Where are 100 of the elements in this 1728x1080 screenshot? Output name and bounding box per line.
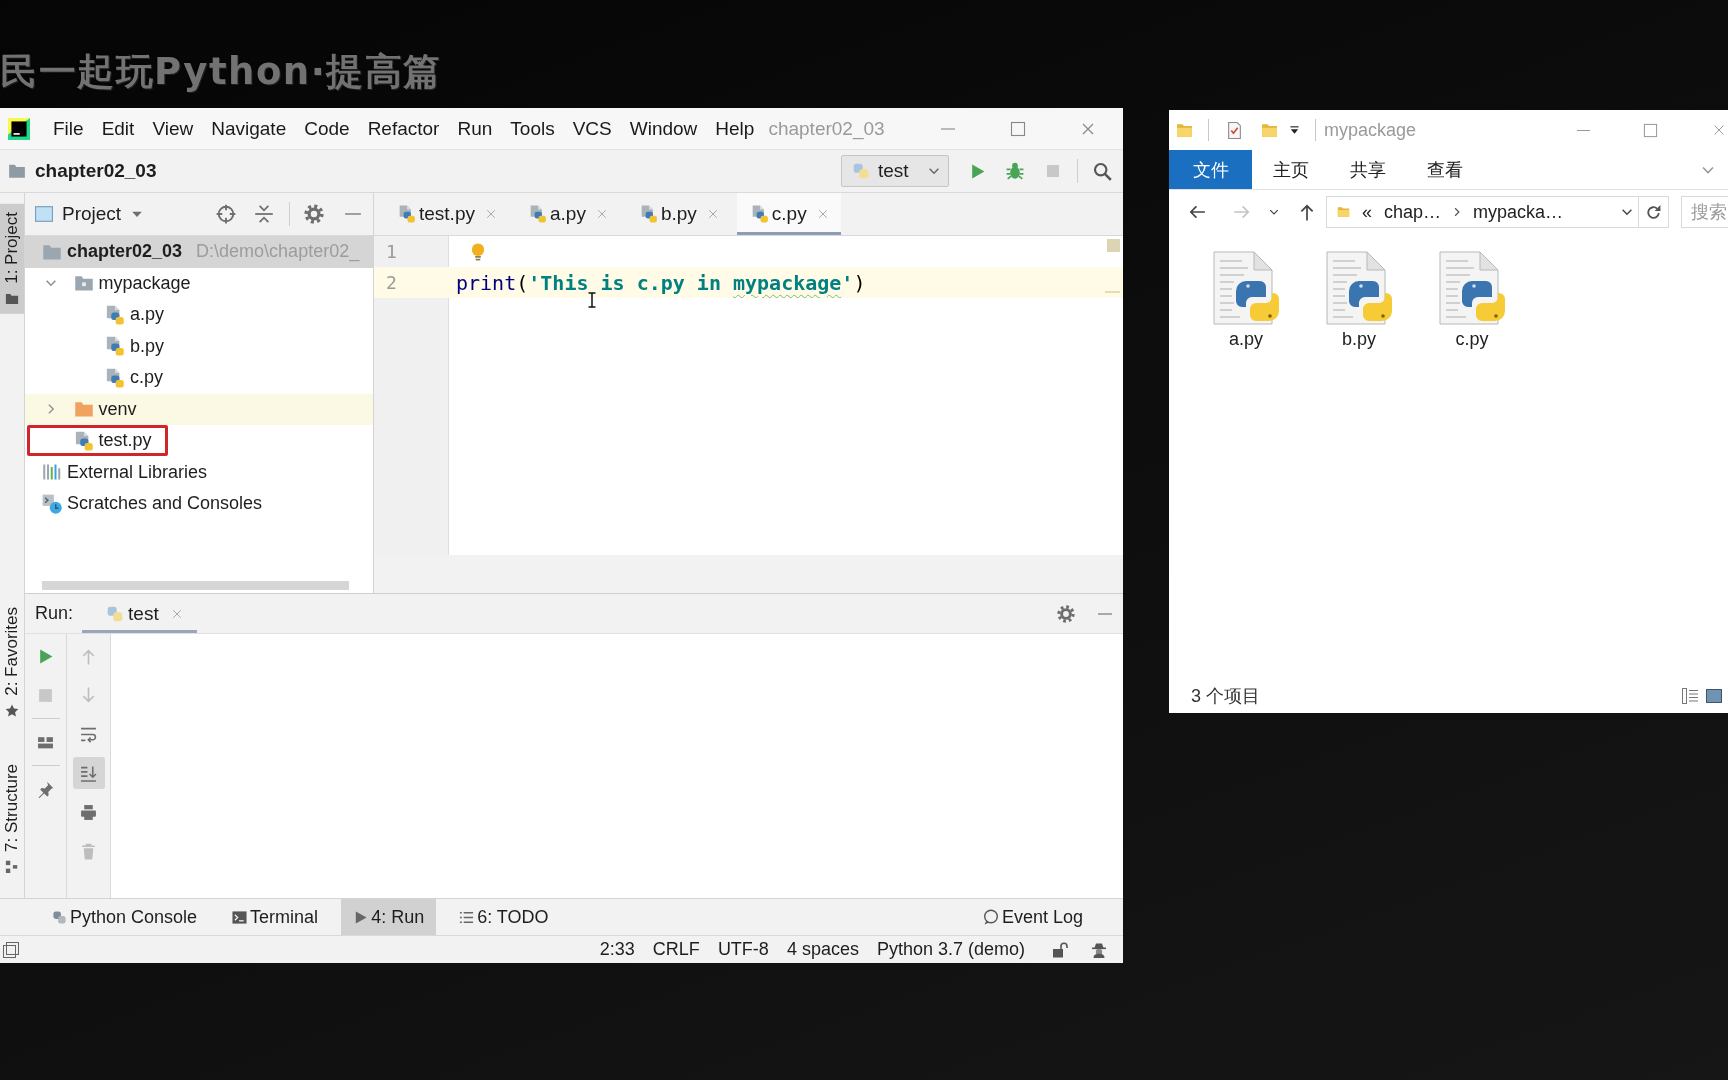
play-icon bbox=[37, 647, 54, 665]
menu-item[interactable]: Tools bbox=[501, 113, 564, 144]
tree-item[interactable]: c.py bbox=[25, 362, 373, 394]
menu-item[interactable]: View bbox=[143, 113, 203, 144]
collapse-icon[interactable] bbox=[254, 204, 274, 224]
python-script-entry[interactable]: c.py bbox=[1416, 251, 1528, 350]
menu-item[interactable]: Run bbox=[448, 113, 502, 144]
close-icon[interactable] bbox=[816, 208, 829, 220]
back-arrow-icon[interactable] bbox=[1187, 203, 1206, 221]
menu-item[interactable]: Window bbox=[620, 113, 707, 144]
tool-window-tab[interactable]: Terminal bbox=[220, 899, 331, 935]
editor-tab[interactable]: a.py bbox=[515, 193, 620, 235]
settings-icon[interactable] bbox=[1057, 604, 1075, 623]
tree-item[interactable]: External Libraries bbox=[25, 456, 373, 488]
star-icon bbox=[5, 704, 19, 719]
menu-item[interactable]: Edit bbox=[92, 113, 144, 144]
unlocked-padlock-icon[interactable] bbox=[1052, 941, 1068, 958]
project-view-dropdown[interactable]: Project bbox=[35, 203, 145, 225]
ribbon-tab[interactable]: 文件 bbox=[1169, 150, 1252, 189]
app-logo-icon bbox=[8, 117, 30, 140]
tree-item[interactable]: test.py bbox=[25, 425, 373, 457]
breadcrumb-item[interactable]: chapter02_03 bbox=[8, 160, 157, 182]
tree-item[interactable]: Scratches and Consoles bbox=[25, 488, 373, 520]
status-bar-item[interactable]: 2:33 bbox=[590, 939, 644, 960]
code-line: print('This is c.py in mypackage') bbox=[455, 270, 866, 295]
menu-item[interactable]: Refactor bbox=[358, 113, 449, 144]
pin-icon bbox=[37, 780, 54, 798]
settings-icon[interactable] bbox=[304, 204, 324, 224]
menu-item[interactable]: VCS bbox=[563, 113, 621, 144]
tree-item[interactable]: mypackage bbox=[25, 267, 373, 299]
close-icon[interactable] bbox=[1712, 123, 1726, 137]
menu-item[interactable]: Code bbox=[295, 113, 359, 144]
status-bar-item[interactable]: 4 spaces bbox=[777, 939, 868, 960]
library-bars-icon bbox=[42, 462, 62, 483]
search-field[interactable]: 搜索 bbox=[1681, 196, 1728, 228]
ribbon-tab[interactable]: 共享 bbox=[1329, 150, 1406, 189]
square-marker-icon[interactable] bbox=[1107, 239, 1120, 252]
crosshair-icon[interactable] bbox=[216, 204, 236, 224]
maximize-icon[interactable] bbox=[1643, 122, 1658, 138]
hidden-locations-button[interactable]: « bbox=[1360, 201, 1374, 223]
horizontal-scrollbar[interactable] bbox=[42, 581, 349, 590]
tree-item[interactable]: chapter02_03 D:\demo\chapter02_ bbox=[25, 236, 373, 268]
folder-icon[interactable] bbox=[1261, 121, 1278, 139]
scroll-to-end-icon bbox=[80, 764, 97, 782]
status-bar-item[interactable]: UTF-8 bbox=[708, 939, 778, 960]
maximize-icon[interactable] bbox=[1010, 120, 1026, 137]
bug-icon[interactable] bbox=[1006, 162, 1024, 180]
python-script-entry[interactable]: b.py bbox=[1303, 251, 1415, 350]
tool-window-tab[interactable]: 4: Run bbox=[341, 899, 437, 935]
tool-window-tab[interactable]: 1: Project bbox=[0, 204, 24, 314]
menu-item[interactable]: Help bbox=[706, 113, 764, 144]
scroll-to-end-button[interactable] bbox=[72, 757, 105, 789]
list-view-icon[interactable] bbox=[1682, 688, 1698, 704]
window-title: mypackage bbox=[1324, 119, 1417, 141]
tool-window-tab[interactable]: Python Console bbox=[40, 899, 210, 935]
address-bar[interactable]: « chap… mypacka… bbox=[1326, 196, 1669, 228]
python-script-entry[interactable]: a.py bbox=[1190, 251, 1302, 350]
close-icon[interactable] bbox=[170, 607, 183, 620]
lightbulb-icon[interactable] bbox=[469, 242, 487, 261]
overlapping-squares-icon[interactable] bbox=[3, 941, 19, 958]
window-title: chapter02_03 bbox=[768, 117, 885, 140]
tool-window-tab[interactable]: 7: Structure bbox=[0, 756, 24, 882]
close-icon[interactable] bbox=[706, 208, 719, 220]
page-clock-icon bbox=[42, 493, 62, 514]
ribbon-tab[interactable]: 查看 bbox=[1406, 150, 1483, 189]
tool-window-tab[interactable]: 2: Favorites bbox=[0, 599, 24, 727]
close-icon[interactable] bbox=[485, 208, 497, 220]
editor-tab[interactable]: b.py bbox=[625, 193, 731, 235]
terminal-icon bbox=[232, 909, 248, 925]
folder-icon bbox=[1176, 121, 1193, 139]
package-folder-icon bbox=[73, 273, 94, 294]
ribbon-tab[interactable]: 主页 bbox=[1252, 150, 1329, 189]
status-bar-item[interactable]: Python 3.7 (demo) bbox=[867, 939, 1034, 960]
breadcrumb[interactable]: mypacka… bbox=[1471, 201, 1566, 223]
search-icon[interactable] bbox=[1092, 161, 1112, 181]
menu-item[interactable]: Navigate bbox=[202, 113, 296, 144]
editor-tab[interactable]: c.py bbox=[736, 193, 841, 235]
picture-tile-icon[interactable] bbox=[1706, 688, 1722, 704]
hat-figure-icon[interactable] bbox=[1091, 941, 1107, 958]
list-icon bbox=[459, 909, 475, 925]
tree-item[interactable]: b.py bbox=[25, 330, 373, 362]
run-configuration-dropdown[interactable]: test bbox=[841, 155, 949, 187]
checked-document-icon[interactable] bbox=[1226, 121, 1243, 139]
python-logo-icon bbox=[852, 162, 870, 180]
code-editor[interactable]: 1 2 print('This is c.py in mypackage') bbox=[374, 236, 1123, 555]
python-file-icon bbox=[73, 430, 94, 451]
tree-item[interactable]: venv bbox=[25, 393, 373, 425]
tool-window-tab[interactable]: 6: TODO bbox=[447, 899, 561, 935]
folder-icon bbox=[1337, 204, 1350, 220]
python-logo-icon bbox=[52, 909, 67, 925]
close-icon[interactable] bbox=[595, 208, 608, 220]
tree-item[interactable]: a.py bbox=[25, 299, 373, 331]
event-log-tab[interactable]: Event Log bbox=[970, 899, 1095, 935]
refresh-icon[interactable] bbox=[1645, 203, 1662, 221]
folder-icon bbox=[73, 399, 94, 420]
breadcrumb[interactable]: chap… bbox=[1382, 201, 1444, 223]
dropdown-arrow-icon[interactable] bbox=[1288, 123, 1301, 137]
status-bar-item[interactable]: CRLF bbox=[643, 939, 709, 960]
editor-tab[interactable]: test.py bbox=[384, 193, 509, 235]
menu-item[interactable]: File bbox=[44, 113, 93, 144]
